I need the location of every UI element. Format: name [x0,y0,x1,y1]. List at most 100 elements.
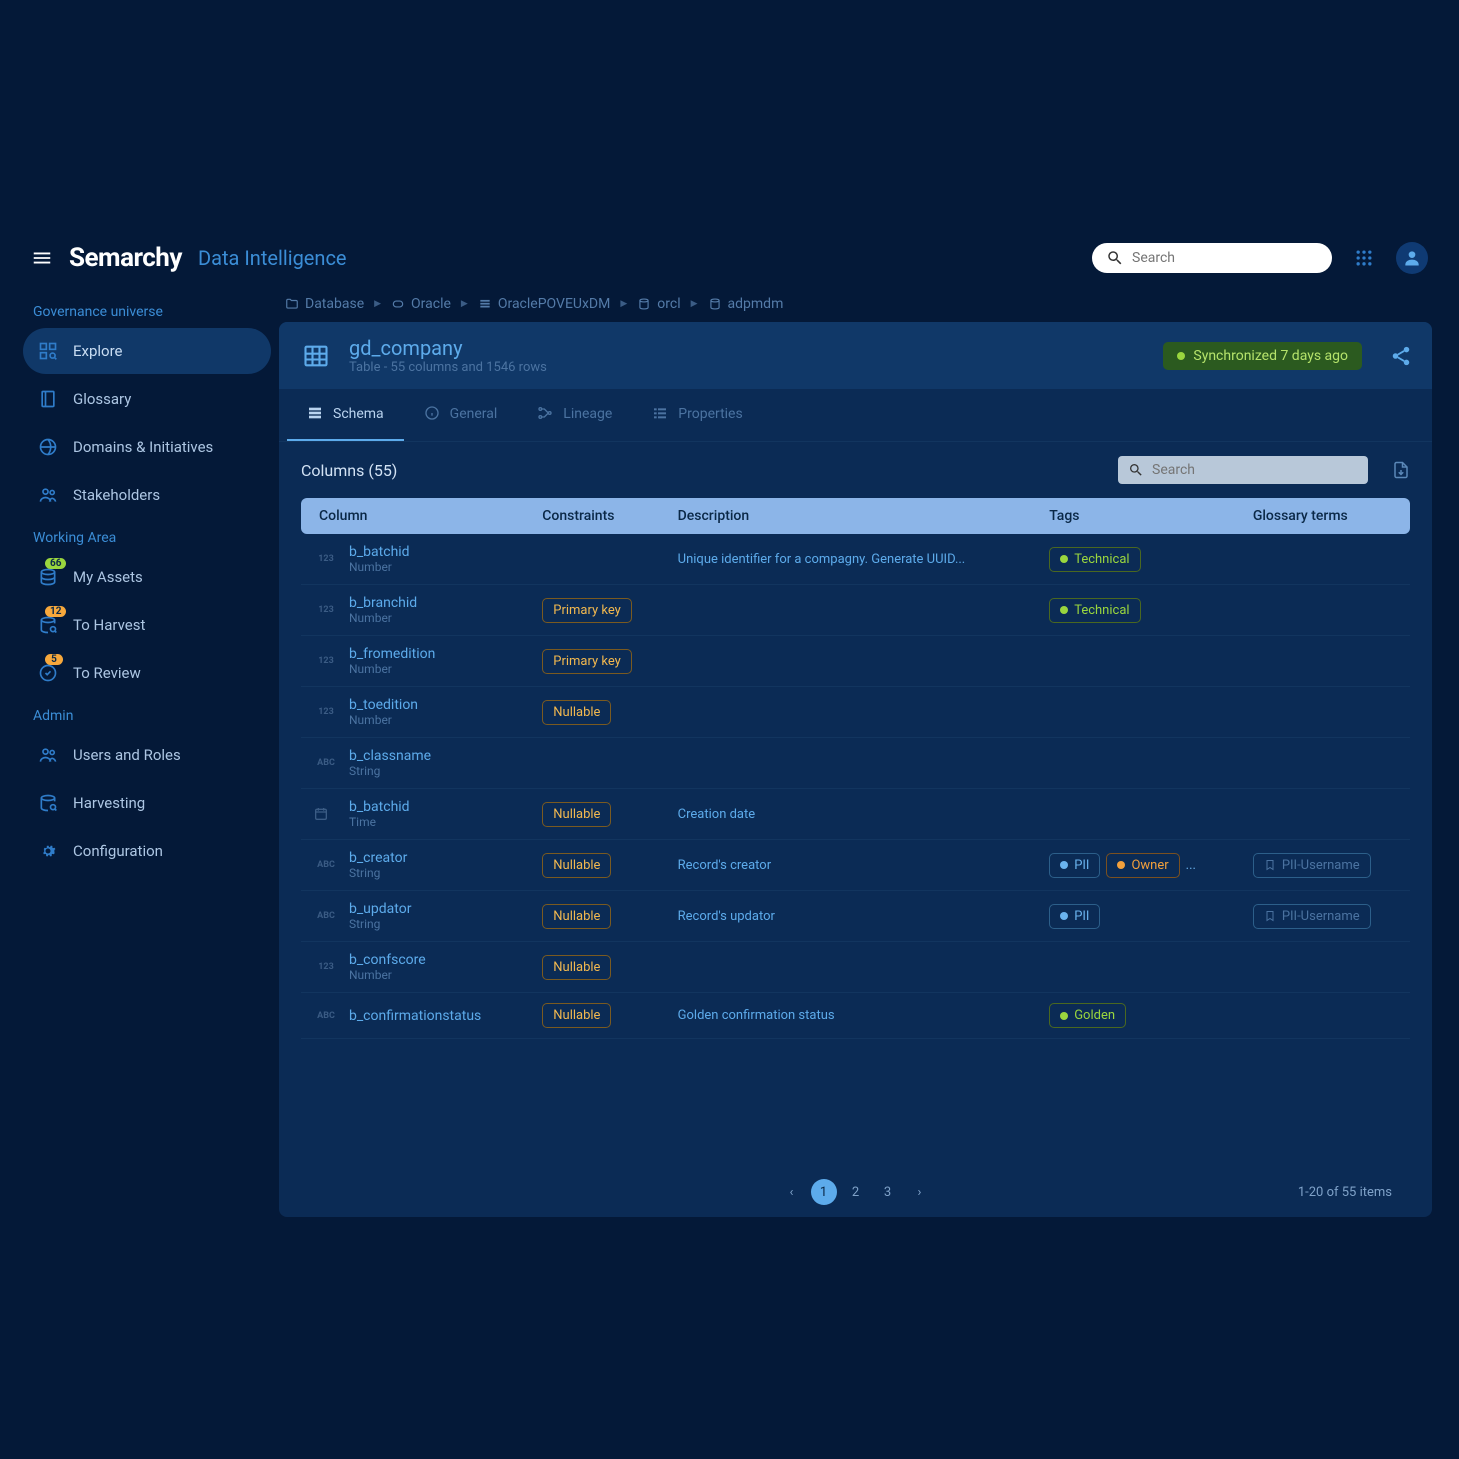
column-name: b_fromedition [349,646,435,662]
column-name: b_creator [349,850,407,866]
table-row[interactable]: 123b_batchidNumberUnique identifier for … [301,534,1410,585]
breadcrumb: Database▶Oracle▶OraclePOVEUxDM▶orcl▶adpm… [279,286,1432,322]
asset-subtitle: Table - 55 columns and 1546 rows [349,360,547,375]
more-tags[interactable]: ... [1186,858,1196,873]
type-icon: ABC [313,1011,339,1021]
table-row[interactable]: 123b_toeditionNumberNullable [301,687,1410,738]
breadcrumb-segment[interactable]: adpmdm [708,296,784,312]
pager-page[interactable]: 2 [843,1179,869,1205]
assets-icon [37,566,59,588]
tag-chip[interactable]: Technical [1049,547,1140,572]
tag-chip[interactable]: Owner [1106,853,1179,878]
table-row[interactable]: ABCb_classnameString [301,738,1410,789]
global-search-input[interactable] [1132,250,1318,266]
glossary-icon [37,388,59,410]
pager-page[interactable]: 1 [811,1179,837,1205]
type-icon [313,806,339,822]
breadcrumb-segment[interactable]: OraclePOVEUxDM [478,296,611,312]
column-header[interactable]: Glossary terms [1241,498,1410,534]
column-type: Number [349,662,435,676]
tag-chip[interactable]: Golden [1049,1003,1126,1028]
sidebar-item-configuration[interactable]: Configuration [23,828,271,874]
explore-icon [37,340,59,362]
top-bar: Semarchy Data Intelligence [15,230,1444,286]
tab-general[interactable]: General [404,389,518,441]
global-search[interactable] [1092,243,1332,273]
tag-chip[interactable]: PII [1049,853,1100,878]
sidebar-item-to-review[interactable]: To Review5 [23,650,271,696]
columns-search-input[interactable] [1152,462,1358,478]
tab-schema[interactable]: Schema [287,389,404,441]
pager-prev[interactable]: ‹ [779,1179,805,1205]
sidebar-item-to-harvest[interactable]: To Harvest12 [23,602,271,648]
pagination: ‹123›1-20 of 55 items [279,1167,1432,1217]
column-header[interactable]: Description [666,498,1038,534]
export-icon[interactable] [1392,461,1410,479]
table-row[interactable]: ABCb_updatorStringNullableRecord's updat… [301,891,1410,942]
sidebar-item-my-assets[interactable]: My Assets66 [23,554,271,600]
asset-header: gd_company Table - 55 columns and 1546 r… [279,322,1432,389]
column-header[interactable]: Column [301,498,530,534]
sidebar-heading: Working Area [23,520,271,552]
column-description: Record's updator [666,891,1038,942]
sidebar-item-label: Stakeholders [73,486,160,504]
sidebar: Governance universeExploreGlossaryDomain… [15,286,279,1229]
table-row[interactable]: 123b_fromeditionNumberPrimary key [301,636,1410,687]
tag-chip[interactable]: PII [1049,904,1100,929]
sidebar-item-domains-initiatives[interactable]: Domains & Initiatives [23,424,271,470]
tab-lineage[interactable]: Lineage [517,389,632,441]
glossary-chip[interactable]: PII-Username [1253,904,1371,929]
config-icon [37,840,59,862]
sidebar-badge: 5 [45,654,63,665]
lineage-icon [537,405,555,423]
column-name: b_classname [349,748,431,764]
sidebar-item-label: To Harvest [73,616,145,634]
menu-icon[interactable] [31,247,53,269]
constraint-chip: Primary key [542,649,632,674]
table-row[interactable]: ABCb_confirmationstatusNullableGolden co… [301,993,1410,1039]
constraint-chip: Nullable [542,1003,611,1028]
columns-table: ColumnConstraintsDescriptionTagsGlossary… [301,498,1410,1039]
sidebar-item-label: My Assets [73,568,143,586]
harvesting-icon [37,792,59,814]
type-icon: ABC [313,911,339,921]
logo: Semarchy [69,243,182,273]
tab-properties[interactable]: Properties [632,389,762,441]
tabs: SchemaGeneralLineageProperties [279,389,1432,442]
type-icon: ABC [313,860,339,870]
column-description [666,687,1038,738]
sidebar-item-harvesting[interactable]: Harvesting [23,780,271,826]
breadcrumb-segment[interactable]: orcl [637,296,680,312]
sidebar-item-users-and-roles[interactable]: Users and Roles [23,732,271,778]
type-icon: 123 [313,962,339,972]
type-icon: 123 [313,605,339,615]
domains-icon [37,436,59,458]
column-name: b_branchid [349,595,417,611]
column-type: String [349,866,407,880]
columns-search[interactable] [1118,456,1368,484]
sidebar-item-explore[interactable]: Explore [23,328,271,374]
column-type: String [349,764,431,778]
avatar[interactable] [1396,242,1428,274]
sidebar-item-glossary[interactable]: Glossary [23,376,271,422]
column-description: Creation date [666,789,1038,840]
column-header[interactable]: Constraints [530,498,665,534]
column-header[interactable]: Tags [1037,498,1241,534]
tag-chip[interactable]: Technical [1049,598,1140,623]
glossary-chip[interactable]: PII-Username [1253,853,1371,878]
breadcrumb-segment[interactable]: Oracle [391,296,451,312]
pager-page[interactable]: 3 [875,1179,901,1205]
column-type: Number [349,968,426,982]
sidebar-item-stakeholders[interactable]: Stakeholders [23,472,271,518]
breadcrumb-segment[interactable]: Database [285,296,364,312]
apps-icon[interactable] [1348,242,1380,274]
table-row[interactable]: 123b_confscoreNumberNullable [301,942,1410,993]
share-icon[interactable] [1390,345,1412,367]
table-row[interactable]: 123b_branchidNumberPrimary keyTechnical [301,585,1410,636]
table-row[interactable]: b_batchidTimeNullableCreation date [301,789,1410,840]
column-type: Number [349,611,417,625]
pager-next[interactable]: › [907,1179,933,1205]
table-row[interactable]: ABCb_creatorStringNullableRecord's creat… [301,840,1410,891]
constraint-chip: Nullable [542,955,611,980]
main-content: Database▶Oracle▶OraclePOVEUxDM▶orcl▶adpm… [279,286,1444,1229]
